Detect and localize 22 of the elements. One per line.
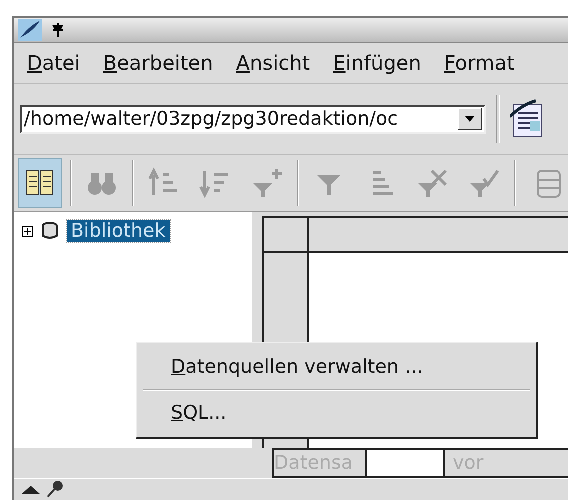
pin-icon[interactable]: [52, 23, 64, 37]
menu-item[interactable]: Bearbeiten: [103, 51, 214, 75]
filter-star-icon: [251, 167, 284, 199]
filter-remove-icon: [416, 167, 448, 199]
caret-icon: [465, 116, 475, 122]
filter-apply-icon: [468, 167, 500, 199]
database-icon: [39, 221, 61, 241]
pin-icon[interactable]: [46, 480, 66, 498]
feather-icon[interactable]: [18, 19, 42, 41]
dropdown-button[interactable]: [458, 108, 482, 130]
tree-item[interactable]: Bibliothek: [67, 220, 170, 242]
menu-item[interactable]: Einfügen: [333, 51, 422, 75]
record-number-field[interactable]: [367, 450, 445, 476]
expand-icon[interactable]: [22, 226, 33, 236]
triangle-icon[interactable]: [22, 484, 40, 494]
context-menu-item[interactable]: SQL...: [143, 393, 530, 433]
menu-item[interactable]: Format: [444, 51, 515, 75]
menu-item[interactable]: Ansicht: [236, 51, 310, 75]
context-menu-item[interactable]: Datenquellen verwalten ...: [143, 347, 530, 387]
url-combo-box[interactable]: /home/walter/03zpg/zpg30redaktion/oc: [20, 104, 486, 134]
menu-item[interactable]: Datei: [27, 51, 80, 75]
toolbar-button[interactable]: [18, 158, 62, 208]
